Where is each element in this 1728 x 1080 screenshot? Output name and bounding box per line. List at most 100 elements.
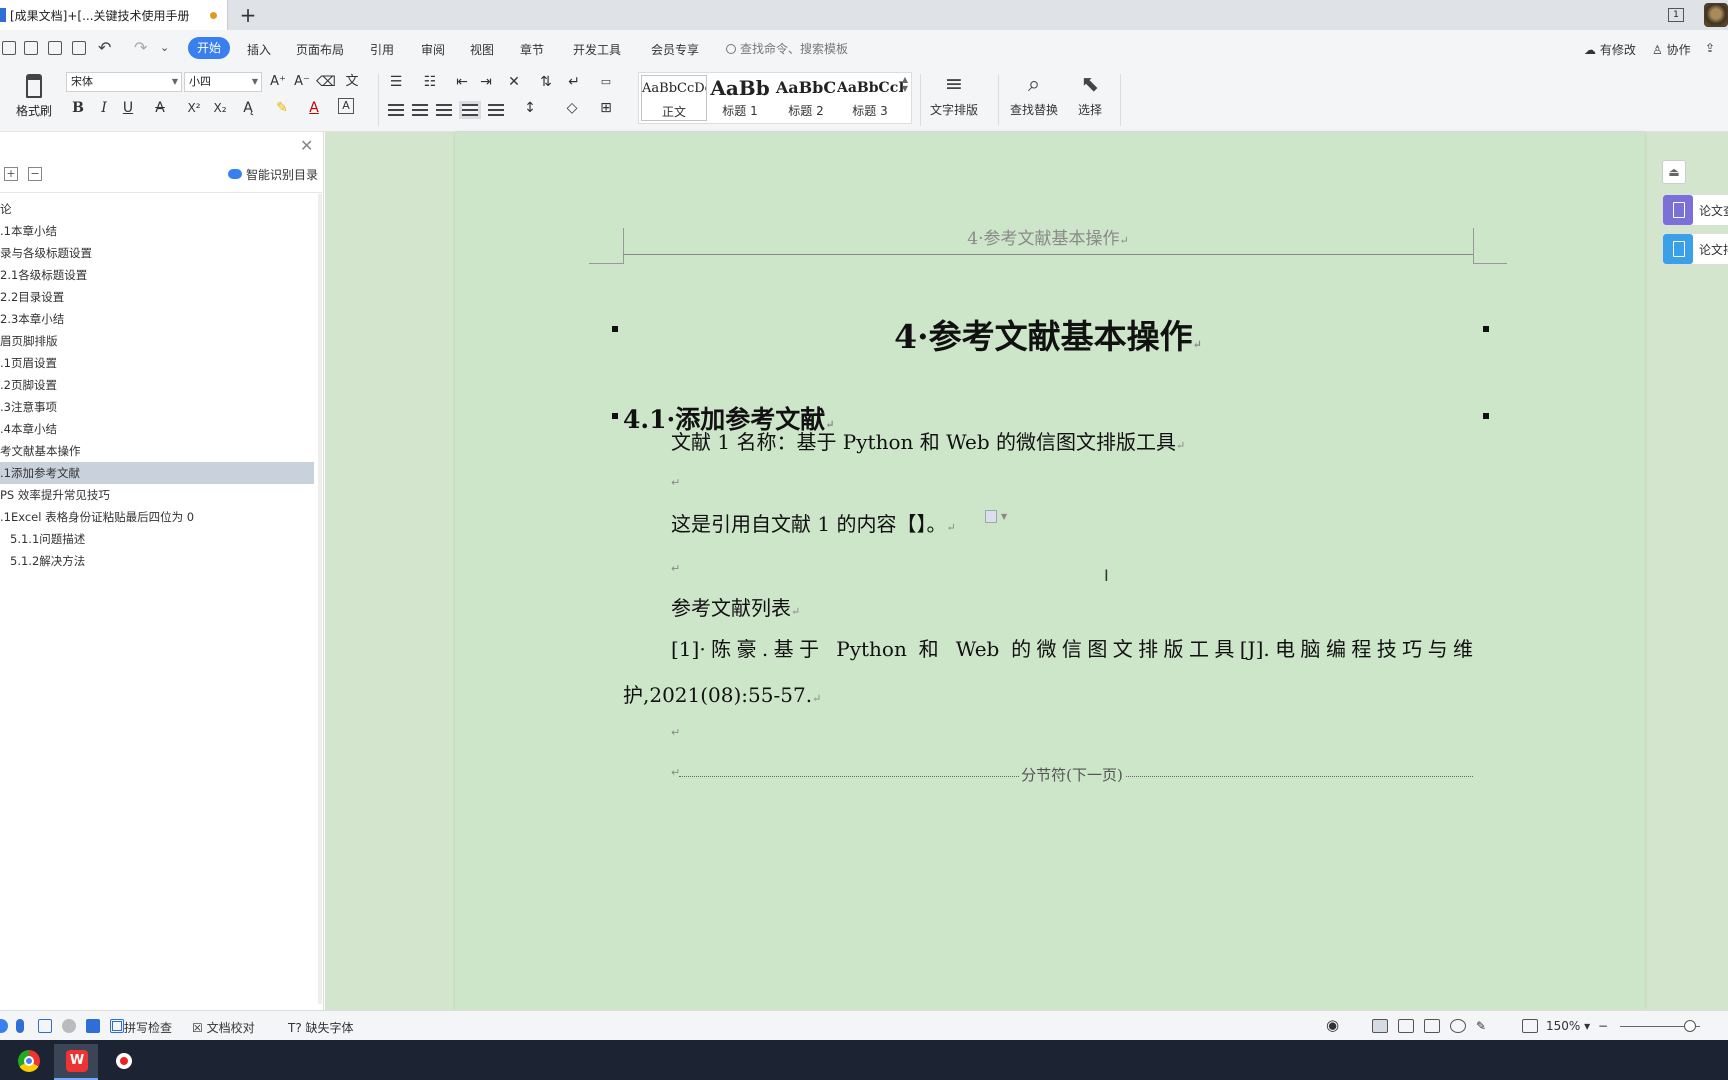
sort-icon[interactable]: ⇅: [536, 72, 556, 92]
char-border-button[interactable]: A: [338, 98, 354, 114]
nav-outline-item[interactable]: 5.1.2解决方法: [0, 550, 316, 572]
menu-chapter[interactable]: 章节: [520, 41, 544, 58]
web-view-icon[interactable]: [1450, 1019, 1466, 1033]
doc-proof-button[interactable]: ☒ 文档校对: [192, 1019, 255, 1036]
style-heading1[interactable]: AaBb 标题 1: [707, 75, 773, 121]
font-name-select[interactable]: 宋体 ▼: [66, 72, 182, 92]
panel-collapse-button[interactable]: ⏏: [1662, 160, 1686, 184]
nav-outline-item[interactable]: 论: [0, 198, 316, 220]
font-color-button[interactable]: A: [304, 98, 324, 118]
side-tab-paper-layout[interactable]: 论文排: [1662, 233, 1728, 265]
nav-outline-item[interactable]: .1添加参考文献: [0, 462, 314, 484]
nav-outline-item[interactable]: .1本章小结: [0, 220, 316, 242]
nav-outline-item[interactable]: PS 效率提升常见技巧: [0, 484, 316, 506]
document-tab[interactable]: [成果文档]+[...关键技术使用手册: [0, 0, 228, 30]
page-header-text[interactable]: 4·参考文献基本操作↵: [623, 224, 1473, 249]
user-avatar[interactable]: [1704, 3, 1728, 27]
menu-review[interactable]: 审阅: [421, 41, 445, 58]
document-page[interactable]: 4·参考文献基本操作↵ 4·参考文献基本操作↵ 4.1·添加参考文献↵ 文献 1…: [455, 132, 1645, 1010]
text-layout-button[interactable]: ≡ 文字排版: [930, 72, 978, 118]
nav-outline-item[interactable]: 2.2目录设置: [0, 286, 316, 308]
document-area[interactable]: 4·参考文献基本操作↵ 4·参考文献基本操作↵ 4.1·添加参考文献↵ 文献 1…: [325, 132, 1728, 1010]
page-view-icon[interactable]: [1372, 1019, 1388, 1033]
expand-all-icon[interactable]: +: [4, 167, 18, 181]
distribute-icon[interactable]: [488, 104, 504, 116]
strikethrough-icon[interactable]: A: [150, 98, 170, 118]
menu-references[interactable]: 引用: [370, 41, 394, 58]
zoom-level-select[interactable]: 150% ▾: [1546, 1019, 1590, 1033]
fit-page-icon[interactable]: [1522, 1019, 1538, 1033]
menu-page-layout[interactable]: 页面布局: [296, 41, 344, 58]
nav-outline-item[interactable]: 2.3本章小结: [0, 308, 316, 330]
redo-icon[interactable]: ↷: [134, 38, 147, 57]
align-left-icon[interactable]: [388, 104, 404, 116]
missing-fonts-button[interactable]: T? 缺失字体: [288, 1019, 354, 1036]
nav-outline-item[interactable]: 考文献基本操作: [0, 440, 316, 462]
page-indicator-icon[interactable]: 1: [1668, 8, 1684, 22]
style-normal[interactable]: AaBbCcDd 正文: [641, 75, 707, 121]
zoom-slider-knob[interactable]: [1684, 1020, 1696, 1032]
bold-button[interactable]: B: [68, 98, 88, 118]
status-app-icon[interactable]: [0, 1019, 8, 1033]
subscript-button[interactable]: X₂: [210, 98, 230, 118]
decrease-indent-icon[interactable]: ⇤: [452, 72, 472, 92]
shading-icon[interactable]: ◇: [562, 98, 582, 118]
eye-protection-icon[interactable]: ◉: [1326, 1016, 1339, 1034]
command-search[interactable]: 查找命令、搜索模板: [726, 40, 848, 57]
section-break[interactable]: ↵ 分节符(下一页): [671, 762, 1473, 785]
new-tab-button[interactable]: +: [236, 2, 260, 28]
menu-developer[interactable]: 开发工具: [573, 41, 621, 58]
collapse-all-icon[interactable]: −: [28, 167, 42, 181]
borders-icon[interactable]: ⊞: [596, 98, 616, 118]
italic-button[interactable]: I: [94, 98, 114, 118]
keyboard-icon[interactable]: [38, 1019, 52, 1033]
chevron-down-icon[interactable]: ▼: [1001, 512, 1007, 521]
text-effect-icon[interactable]: Ą: [238, 98, 258, 118]
user-status-icon[interactable]: [62, 1019, 76, 1033]
share-icon[interactable]: ⇪: [1705, 41, 1715, 55]
underline-button[interactable]: U: [118, 98, 138, 118]
spell-check-button[interactable]: 拼写检查: [124, 1019, 172, 1036]
menu-home[interactable]: 开始: [188, 37, 231, 59]
reading-view-icon[interactable]: [1424, 1019, 1440, 1033]
apps-grid-icon[interactable]: [110, 1019, 124, 1033]
paragraph-handle-icon[interactable]: [985, 510, 997, 523]
superscript-button[interactable]: X²: [184, 98, 204, 118]
bullet-list-icon[interactable]: ☰: [386, 72, 406, 92]
taskbar-recorder[interactable]: [102, 1044, 146, 1080]
side-tab-paper-check[interactable]: 论文查: [1662, 194, 1728, 226]
nav-outline-item[interactable]: .2页脚设置: [0, 374, 316, 396]
nav-outline-item[interactable]: .3注意事项: [0, 396, 316, 418]
heading-1[interactable]: 4·参考文献基本操作↵: [623, 310, 1473, 358]
paragraph-ref-name[interactable]: 文献 1 名称：基于 Python 和 Web 的微信图文排版工具↵: [671, 426, 1185, 455]
nav-scrollbar[interactable]: [318, 194, 322, 1004]
align-right-icon[interactable]: [436, 104, 452, 116]
paragraph-ref-list-title[interactable]: 参考文献列表↵: [671, 592, 800, 621]
align-center-icon[interactable]: [412, 104, 428, 116]
collab-button[interactable]: ♙ 协作: [1652, 41, 1691, 58]
pen-icon[interactable]: ✎: [1476, 1019, 1486, 1033]
close-icon[interactable]: ✕: [300, 136, 313, 155]
shrink-font-icon[interactable]: A⁻: [292, 72, 312, 92]
smart-toc-button[interactable]: 智能识别目录: [228, 166, 318, 183]
menu-member[interactable]: 会员专享: [651, 41, 699, 58]
outline-view-icon[interactable]: [1398, 1019, 1414, 1033]
shirt-icon[interactable]: [86, 1019, 100, 1033]
menu-insert[interactable]: 插入: [247, 41, 271, 58]
nav-outline-item[interactable]: 2.1各级标题设置: [0, 264, 316, 286]
align-justify-icon[interactable]: [459, 101, 481, 119]
nav-outline-item[interactable]: .1Excel 表格身份证粘贴最后四位为 0: [0, 506, 316, 528]
style-heading3[interactable]: AaBbCcI 标题 3: [837, 75, 903, 121]
show-marks-icon[interactable]: ↵: [564, 72, 584, 92]
nav-outline-item[interactable]: .4本章小结: [0, 418, 316, 440]
phonetic-icon[interactable]: 文: [342, 72, 362, 92]
paragraph-citation[interactable]: 这是引用自文献 1 的内容【】。↵: [671, 508, 956, 537]
increase-indent-icon[interactable]: ⇥: [476, 72, 496, 92]
export-pdf-icon[interactable]: [24, 41, 38, 55]
line-spacing-icon[interactable]: ↕: [520, 98, 540, 118]
numbered-list-icon[interactable]: ☷: [420, 72, 440, 92]
print-icon[interactable]: [48, 41, 62, 55]
font-size-select[interactable]: 小四 ▼: [184, 72, 262, 92]
reference-entry-1[interactable]: [1]·陈豪.基于 Python 和 Web 的微信图文排版工具[J].电脑编程…: [623, 626, 1473, 722]
styles-scroll-icon[interactable]: ▲ ▼: [902, 75, 908, 93]
